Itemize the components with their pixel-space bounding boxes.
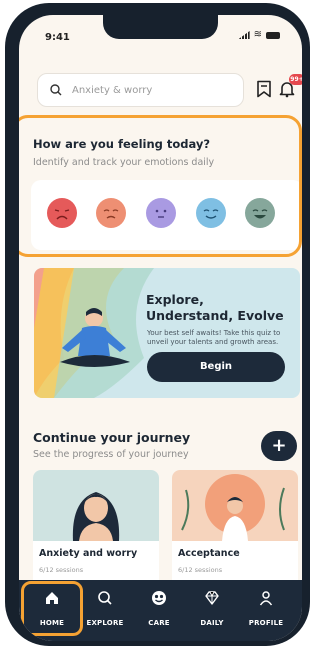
battery-icon <box>266 31 280 39</box>
nav-label: CARE <box>148 619 170 627</box>
status-icons: ≋ <box>238 29 280 40</box>
notification-badge: 99+ <box>289 74 302 85</box>
wifi-icon: ≋ <box>253 29 262 40</box>
journey-card-anxiety[interactable]: Anxiety and worry 6/12 sessions <box>33 470 159 592</box>
search-icon <box>98 591 112 605</box>
banner-title-line2: Understand, Evolve <box>146 308 284 323</box>
profile-icon <box>259 591 273 606</box>
signal-icon <box>238 31 250 39</box>
card-title: Anxiety and worry <box>39 548 138 559</box>
home-highlight <box>21 581 83 636</box>
journey-subtitle: See the progress of your journey <box>33 449 189 460</box>
acceptance-illustration <box>172 470 298 541</box>
search-placeholder: Anxiety & worry <box>72 84 153 96</box>
banner-title: Explore, Understand, Evolve <box>146 292 286 324</box>
bookmark-icon[interactable] <box>256 80 272 98</box>
nav-daily[interactable]: DAILY <box>187 590 237 629</box>
status-time: 9:41 <box>45 32 70 43</box>
banner-title-line1: Explore, <box>146 292 204 307</box>
anxiety-illustration <box>33 470 159 541</box>
screen-content: 9:41 ≋ Anxiety & worry 99+ How are you f… <box>19 15 302 641</box>
card-title: Acceptance <box>178 548 240 559</box>
add-journey-button[interactable]: + <box>261 431 297 461</box>
mood-section-highlight <box>19 115 302 257</box>
nav-label: PROFILE <box>248 619 284 627</box>
diamond-icon <box>205 591 219 605</box>
care-icon <box>152 591 166 605</box>
banner-subtitle: Your best self awaits! Take this quiz to… <box>147 329 281 346</box>
nav-profile[interactable]: PROFILE <box>241 590 291 629</box>
search-input[interactable]: Anxiety & worry <box>37 73 244 107</box>
card-sessions: 6/12 sessions <box>39 566 84 574</box>
nav-care[interactable]: CARE <box>134 590 184 629</box>
begin-button[interactable]: Begin <box>147 352 285 382</box>
search-icon <box>50 84 62 96</box>
nav-label: DAILY <box>200 619 224 627</box>
journey-card-acceptance[interactable]: Acceptance 6/12 sessions <box>172 470 298 592</box>
journey-title: Continue your journey <box>33 430 191 445</box>
card-sessions: 6/12 sessions <box>178 566 223 574</box>
nav-label: EXPLORE <box>86 619 124 627</box>
nav-explore[interactable]: EXPLORE <box>80 590 130 629</box>
